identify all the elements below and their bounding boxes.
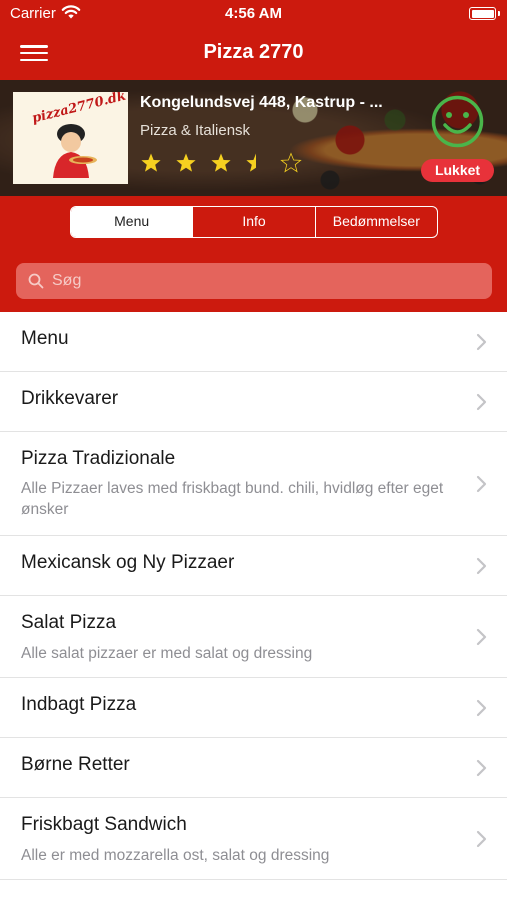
chevron-right-icon [476,830,487,848]
item-title: Drikkevarer [21,388,119,409]
list-item-menu[interactable]: Menu [0,312,507,372]
list-item-pizza-tradizionale[interactable]: Pizza Tradizionale Alle Pizzaer laves me… [0,432,507,536]
search-input[interactable] [52,263,482,299]
chevron-right-icon [476,628,487,646]
segmented-control: Menu Info Bedømmelser [70,206,438,238]
list-item-indbagt-pizza[interactable]: Indbagt Pizza [0,678,507,738]
restaurant-cuisine: Pizza & Italiensk [140,122,251,139]
status-bar: Carrier 4:56 AM [0,0,507,28]
restaurant-logo: pizza2770.dk [13,92,128,184]
tab-reviews[interactable]: Bedømmelser [314,207,437,237]
search-area [0,248,507,312]
status-badge: Lukket [421,159,494,182]
item-title: Menu [21,328,69,349]
category-list: Menu Drikkevarer Pizza Tradizionale Alle… [0,312,507,880]
chevron-right-icon [476,557,487,575]
list-item-drikkevarer[interactable]: Drikkevarer [0,372,507,432]
restaurant-name: Kongelundsvej 448, Kastrup - ... [140,94,383,111]
chevron-right-icon [476,333,487,351]
chef-illustration-icon [53,124,97,178]
tab-bar-area: Menu Info Bedømmelser [0,196,507,248]
item-title: Salat Pizza [21,612,117,633]
star-full-icon [141,153,161,172]
chevron-right-icon [476,475,487,493]
tab-menu[interactable]: Menu [71,207,193,237]
star-full-icon [211,153,231,172]
tab-info[interactable]: Info [192,207,314,237]
page-title: Pizza 2770 [203,41,304,63]
item-title: Friskbagt Sandwich [21,814,187,835]
star-rating [140,152,302,174]
item-title: Indbagt Pizza [21,694,137,715]
list-item-borne-retter[interactable]: Børne Retter [0,738,507,798]
battery-tip [498,11,500,16]
star-empty-icon [280,152,302,173]
list-item-friskbagt-sandwich[interactable]: Friskbagt Sandwich Alle er med mozzarell… [0,798,507,880]
nav-bar: Pizza 2770 [0,28,507,80]
search-box[interactable] [16,263,492,299]
list-item-salat-pizza[interactable]: Salat Pizza Alle salat pizzaer er med sa… [0,596,507,678]
chevron-right-icon [476,393,487,411]
star-full-icon [176,153,196,172]
item-title: Børne Retter [21,754,130,775]
item-description: Alle er med mozzarella ost, salat og dre… [21,847,330,864]
search-icon [28,273,44,289]
item-title: Mexicansk og Ny Pizzaer [21,552,235,573]
list-item-mexicansk[interactable]: Mexicansk og Ny Pizzaer [0,536,507,596]
status-time: 4:56 AM [225,5,282,22]
item-description: Alle Pizzaer laves med friskbagt bund. c… [21,480,444,518]
battery-icon [469,7,496,20]
item-description: Alle salat pizzaer er med salat og dress… [21,645,313,662]
happy-smiley-icon [431,95,484,148]
item-title: Pizza Tradizionale [21,448,176,469]
star-half-icon [246,153,266,172]
chevron-right-icon [476,699,487,717]
chevron-right-icon [476,759,487,777]
